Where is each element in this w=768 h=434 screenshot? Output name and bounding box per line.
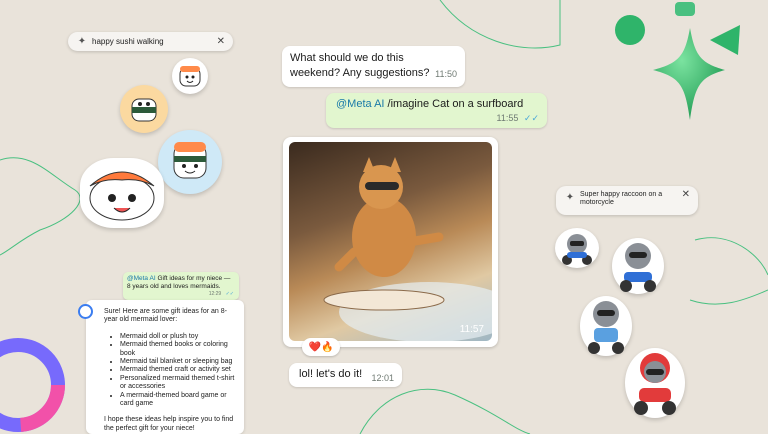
sushi-sticker[interactable] — [80, 158, 164, 228]
close-icon[interactable]: ✕ — [217, 36, 225, 47]
raccoon-sticker[interactable] — [580, 296, 632, 356]
green-star-icon — [615, 2, 740, 120]
image-time: 11:57 — [459, 324, 484, 335]
image-message[interactable]: 11:57 — [283, 137, 498, 347]
mini-request-time: 12:29 — [208, 290, 222, 297]
meta-ai-icon — [78, 304, 93, 319]
raccoon-sticker[interactable] — [625, 348, 685, 418]
raccoon-sticker[interactable] — [555, 228, 599, 268]
answer-outro: I hope these ideas help inspire you to f… — [104, 416, 234, 432]
mention-meta-ai[interactable]: @Meta AI — [336, 98, 384, 110]
message-time: 12:01 — [371, 373, 394, 383]
outgoing-message: @Meta AI /imagine Cat on a surfboard 11:… — [326, 93, 547, 128]
sticker-search-chip[interactable]: ✦ Super happy raccoon on a motorcycle ✕ — [556, 186, 698, 215]
meta-ai-answer: Sure! Here are some gift ideas for an 8-… — [78, 300, 244, 434]
chip-text: Super happy raccoon on a motorcycle — [580, 191, 663, 206]
message-time: 11:55 — [496, 113, 519, 123]
raccoon-sticker[interactable] — [612, 238, 664, 294]
sushi-sticker[interactable] — [120, 85, 168, 133]
message-text: lol! let's do it! — [299, 368, 363, 380]
reactions-badge[interactable]: ❤️🔥 — [302, 338, 340, 356]
gift-list-item: A mermaid-themed board game or card game — [120, 392, 236, 409]
incoming-message: lol! let's do it! 12:01 — [289, 363, 402, 387]
answer-intro: Sure! Here are some gift ideas for an 8-… — [104, 308, 227, 324]
sticker-search-chip[interactable]: ✦ happy sushi walking ✕ — [68, 32, 233, 51]
gift-list: Mermaid doll or plush toyMermaid themed … — [104, 333, 236, 409]
read-ticks-icon: ✓✓ — [523, 113, 539, 123]
mini-request-bubble: @Meta AI Gift ideas for my niece —8 year… — [123, 272, 239, 300]
gift-list-item: Mermaid doll or plush toy — [120, 333, 236, 341]
incoming-message: What should we do this weekend? Any sugg… — [282, 46, 465, 87]
mention-meta-ai[interactable]: @Meta AI — [127, 275, 156, 282]
sparkle-icon: ✦ — [565, 192, 575, 203]
gift-list-item: Mermaid tail blanket or sleeping bag — [120, 358, 236, 366]
sushi-sticker[interactable] — [172, 58, 208, 94]
chip-text: happy sushi walking — [92, 37, 164, 46]
gift-list-item: Personalized mermaid themed t-shirt or a… — [120, 375, 236, 392]
message-text: /imagine Cat on a surfboard — [387, 98, 524, 110]
chat-stage: ✦ happy sushi walking ✕ @Meta AI Gift id… — [0, 0, 768, 434]
read-ticks-icon: ✓✓ — [225, 290, 234, 297]
gift-list-item: Mermaid themed books or coloring book — [120, 341, 236, 358]
sparkle-icon: ✦ — [77, 36, 87, 47]
gift-list-item: Mermaid themed craft or activity set — [120, 366, 236, 374]
cat-surfing-image[interactable]: 11:57 — [289, 142, 492, 341]
message-time: 11:50 — [435, 69, 457, 79]
close-icon[interactable]: ✕ — [682, 190, 690, 200]
sushi-sticker[interactable] — [158, 130, 222, 194]
